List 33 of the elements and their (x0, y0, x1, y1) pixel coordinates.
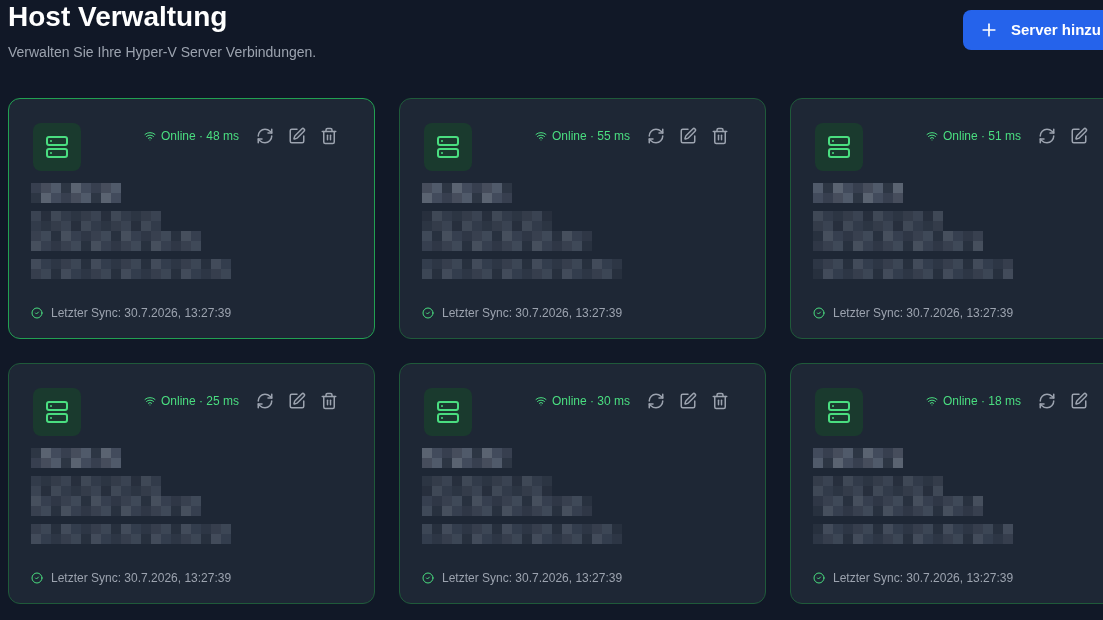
last-sync-text: Letzter Sync: 30.7.2026, 13:27:39 (833, 305, 1014, 322)
status-label: Online · 25 ms (161, 393, 240, 410)
wifi-icon (535, 395, 547, 407)
server-icon (33, 388, 81, 436)
check-icon (31, 307, 43, 319)
status-label: Online · 51 ms (943, 128, 1022, 145)
status-label: Online · 30 ms (552, 393, 631, 410)
wifi-icon (926, 130, 938, 142)
wifi-icon (144, 395, 156, 407)
last-sync-text: Letzter Sync: 30.7.2026, 13:27:39 (51, 305, 232, 322)
status-label: Online · 55 ms (552, 128, 631, 145)
server-icon (815, 123, 863, 171)
last-sync-text: Letzter Sync: 30.7.2026, 13:27:39 (833, 570, 1014, 587)
last-sync-text: Letzter Sync: 30.7.2026, 13:27:39 (51, 570, 232, 587)
server-icon (424, 123, 472, 171)
wifi-icon (535, 130, 547, 142)
server-icon (33, 123, 81, 171)
wifi-icon (926, 395, 938, 407)
status-label: Online · 18 ms (943, 393, 1022, 410)
check-icon (813, 307, 825, 319)
add-server-button[interactable]: Server hinzu (962, 10, 1103, 50)
page-title: Host Verwaltung (8, 0, 229, 34)
last-sync-text: Letzter Sync: 30.7.2026, 13:27:39 (442, 305, 623, 322)
page-subtitle: Verwalten Sie Ihre Hyper-V Server Verbindungen. (8, 43, 317, 62)
wifi-icon (144, 130, 156, 142)
check-icon (813, 572, 825, 584)
server-icon (424, 388, 472, 436)
last-sync-text: Letzter Sync: 30.7.2026, 13:27:39 (442, 570, 623, 587)
check-icon (422, 572, 434, 584)
server-icon (815, 388, 863, 436)
check-icon (422, 307, 434, 319)
check-icon (31, 572, 43, 584)
status-label: Online · 48 ms (161, 128, 240, 145)
